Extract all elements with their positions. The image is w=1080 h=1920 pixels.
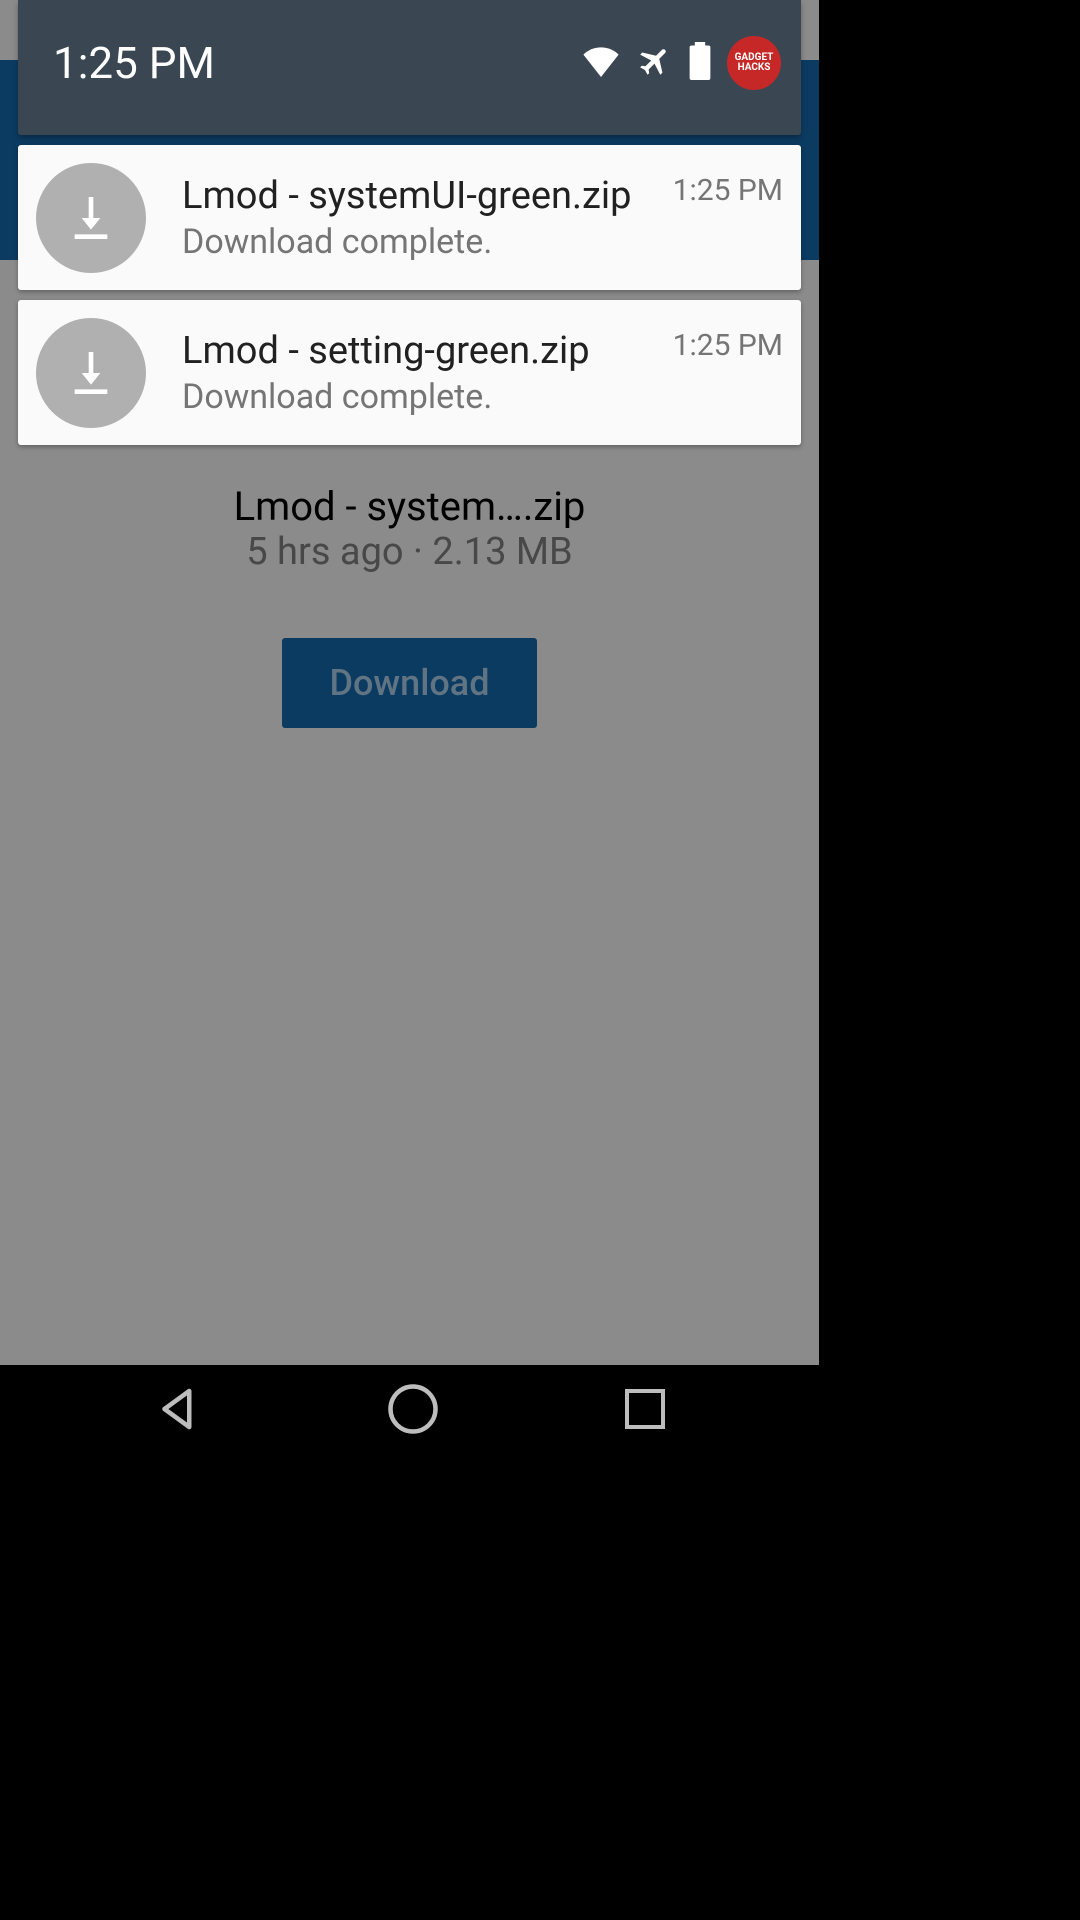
notification-title: Lmod - setting-green.zip [182,329,663,373]
notification-title: Lmod - systemUI-green.zip [182,174,663,218]
notification-panel[interactable]: 1:25 PM GADGET HACKS Lmod - systemUI-gre… [18,0,801,445]
status-icons: GADGET HACKS [581,36,781,90]
notification-subtitle: Download complete. [182,377,663,417]
status-time: 1:25 PM [53,37,215,89]
notification-item[interactable]: Lmod - systemUI-green.zip Download compl… [18,145,801,290]
back-button[interactable] [151,1382,205,1440]
download-icon [36,318,146,428]
notification-subtitle: Download complete. [182,222,663,262]
navigation-bar [0,1365,819,1456]
download-icon [36,163,146,273]
gadget-hacks-badge-icon: GADGET HACKS [727,36,781,90]
notification-time: 1:25 PM [673,328,783,363]
home-button[interactable] [386,1382,440,1440]
status-bar[interactable]: 1:25 PM GADGET HACKS [18,0,801,135]
battery-icon [689,42,711,84]
wifi-icon [581,45,621,81]
notification-item[interactable]: Lmod - setting-green.zip Download comple… [18,300,801,445]
recent-apps-button[interactable] [621,1385,669,1437]
airplane-icon [637,43,673,83]
notification-time: 1:25 PM [673,173,783,208]
